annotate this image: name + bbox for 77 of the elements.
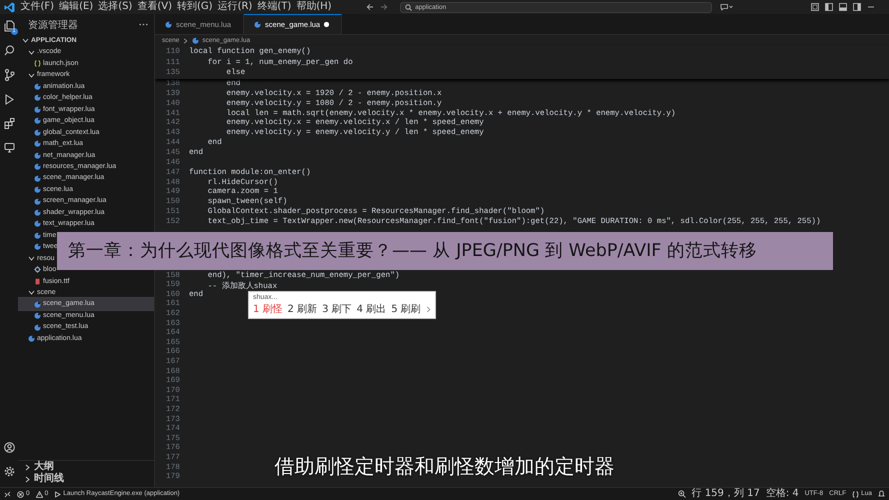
chevron-icon xyxy=(183,38,188,44)
search-icon xyxy=(405,4,412,10)
chevron-icon[interactable] xyxy=(28,48,35,56)
menu-item[interactable]: 选择(S) xyxy=(96,0,135,14)
lua-file-icon xyxy=(34,186,41,194)
forward-arrow-icon[interactable] xyxy=(380,3,388,11)
lua-file-icon xyxy=(34,117,41,124)
chevron-icon[interactable] xyxy=(24,464,31,470)
lua-file-icon xyxy=(34,300,41,308)
lua-file-icon xyxy=(34,232,41,239)
menu-item[interactable]: 文件(F) xyxy=(18,0,57,14)
bottom-panel-icon[interactable] xyxy=(839,3,847,11)
settings-icon[interactable] xyxy=(4,466,14,477)
lua-file-icon xyxy=(34,209,41,216)
right-panel-icon[interactable] xyxy=(853,3,861,11)
menu-item[interactable]: 终端(T) xyxy=(254,0,294,14)
lua-file-icon xyxy=(28,335,35,342)
chevron-icon[interactable] xyxy=(28,254,35,262)
remote-icon[interactable] xyxy=(4,490,11,498)
candidate[interactable]: 4 刷出 xyxy=(356,302,386,316)
lua-file-icon xyxy=(34,106,41,113)
candidate[interactable]: 3 刷下 xyxy=(322,302,352,316)
back-arrow-icon[interactable] xyxy=(366,3,374,11)
left-panel-icon[interactable] xyxy=(825,3,833,11)
candidate[interactable]: 2 刷新 xyxy=(288,302,318,316)
account-icon[interactable] xyxy=(4,442,14,453)
warning-icon xyxy=(36,490,43,498)
lua-file-icon xyxy=(34,174,41,182)
subtitle: 借助刷怪定时器和刷怪数增加的定时器 xyxy=(274,453,614,480)
chat-icon[interactable] xyxy=(720,3,734,11)
run-debug-icon[interactable] xyxy=(4,94,14,105)
files-icon[interactable] xyxy=(4,20,14,32)
lua-file-icon xyxy=(34,152,41,159)
bell-icon[interactable] xyxy=(878,490,885,498)
section-header[interactable]: 大纲 xyxy=(18,461,154,473)
more-icon[interactable] xyxy=(139,23,148,26)
lua-file-icon xyxy=(34,163,41,170)
lua-file-icon xyxy=(34,198,41,205)
logo-icon xyxy=(4,2,15,12)
explorer-title: 资源管理器 xyxy=(28,18,78,32)
lua-file-icon xyxy=(34,140,41,148)
chevron-icon[interactable] xyxy=(24,476,31,482)
remote-explorer-icon[interactable] xyxy=(4,142,14,153)
source-control-icon[interactable] xyxy=(4,69,14,81)
zoom-icon[interactable] xyxy=(678,490,686,498)
menu-item[interactable]: 转到(G) xyxy=(174,0,216,14)
menu-item[interactable]: 帮助(H) xyxy=(294,0,334,14)
lua-file-icon xyxy=(34,128,41,136)
chevron-icon[interactable] xyxy=(22,37,29,44)
search-icon[interactable] xyxy=(4,45,14,56)
layout-icon[interactable] xyxy=(811,3,819,11)
menu-item[interactable]: 查看(V) xyxy=(134,0,174,14)
lua-file-icon xyxy=(34,94,41,102)
lua-file-icon xyxy=(34,83,41,90)
candidate[interactable]: 5 刷刷 xyxy=(391,302,421,316)
cursor-position[interactable]: 行 159，列 17 xyxy=(692,488,760,500)
lua-file-icon xyxy=(34,220,41,228)
font-file-icon xyxy=(34,278,41,285)
error-icon xyxy=(17,490,24,498)
lua-file-icon xyxy=(165,20,172,28)
lua-file-icon xyxy=(254,21,262,28)
lua-file-icon xyxy=(192,37,200,44)
candidate[interactable]: 1 刷怪 xyxy=(253,302,283,316)
braces-icon xyxy=(34,60,41,68)
section-header[interactable]: 时间线 xyxy=(18,473,154,485)
lua-file-icon xyxy=(34,312,41,320)
chapter-banner: 第一章：为什么现代图像格式至关重要？—— 从 JPEG/PNG 到 WebP/AVIF 的范式转移 xyxy=(57,232,833,270)
lua-file-icon xyxy=(34,324,41,331)
braces-icon xyxy=(852,490,860,498)
indentation[interactable]: 空格: 4 xyxy=(766,488,799,500)
gear-icon xyxy=(34,266,41,274)
extensions-icon[interactable] xyxy=(4,118,14,129)
menu-item[interactable]: 编辑(E) xyxy=(56,0,96,14)
menu-item[interactable]: 运行(R) xyxy=(215,0,255,14)
chevron-icon[interactable] xyxy=(28,289,35,296)
chevron-icon[interactable] xyxy=(28,72,35,79)
lua-file-icon xyxy=(34,243,41,250)
